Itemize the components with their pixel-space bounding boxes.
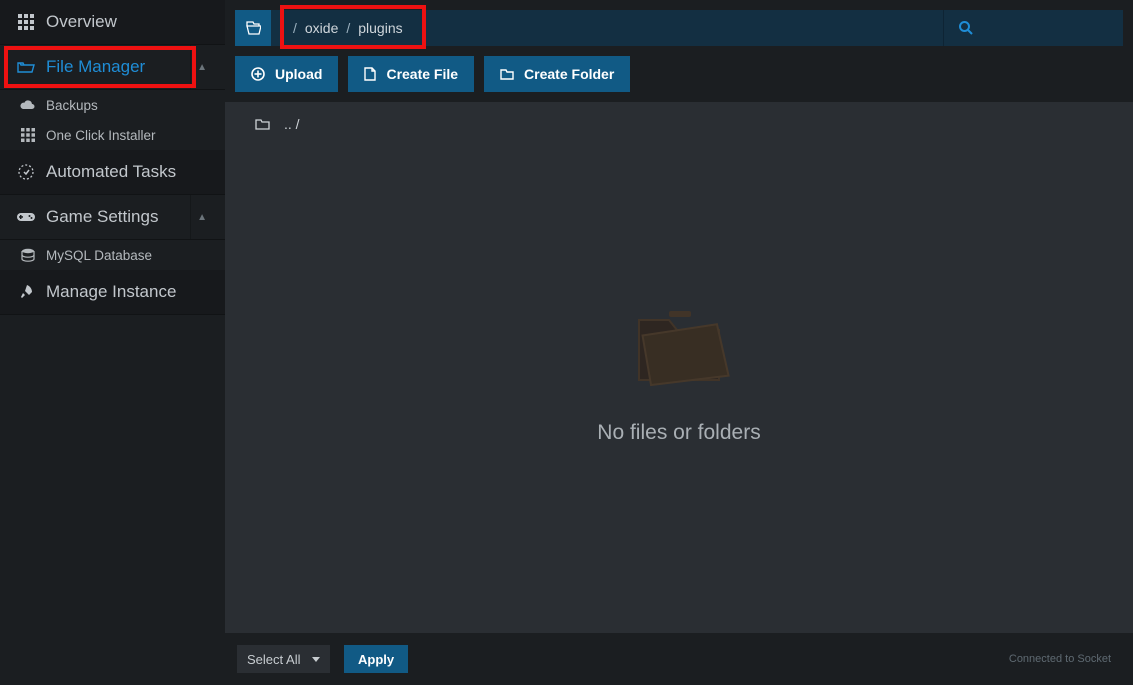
upload-button[interactable]: Upload: [235, 56, 338, 92]
folder-icon: [500, 68, 514, 80]
upload-icon: [251, 67, 265, 81]
chevron-up-icon[interactable]: ▲: [190, 45, 213, 89]
breadcrumb-separator: /: [293, 20, 297, 36]
sidebar-item-game-settings[interactable]: Game Settings ▲: [0, 195, 225, 240]
sidebar-label: Overview: [46, 12, 213, 32]
empty-folder-icon: [619, 295, 739, 395]
sidebar-item-manage-instance[interactable]: Manage Instance: [0, 270, 225, 315]
sidebar-sub-label: Backups: [46, 98, 98, 113]
search-button[interactable]: [943, 10, 1123, 46]
file-icon: [364, 67, 376, 81]
sidebar-item-overview[interactable]: Overview: [0, 0, 225, 45]
breadcrumb-separator: /: [346, 20, 350, 36]
sidebar-label: Automated Tasks: [46, 162, 213, 182]
gamepad-icon: [12, 211, 40, 223]
sidebar-label: File Manager: [46, 57, 190, 77]
folder-open-icon: [12, 60, 40, 74]
bulk-select-wrap: Select All: [237, 645, 330, 673]
sidebar-sub-backups[interactable]: Backups: [0, 90, 225, 120]
button-label: Upload: [275, 66, 322, 82]
sidebar-sub-label: One Click Installer: [46, 128, 156, 143]
action-bar: Upload Create File Create Folder: [225, 46, 1133, 102]
button-label: Create File: [386, 66, 458, 82]
button-label: Create Folder: [524, 66, 614, 82]
file-listing: .. / No files or folders: [225, 102, 1133, 633]
bulk-action-select[interactable]: Select All: [237, 645, 330, 673]
tasks-icon: [12, 164, 40, 180]
footer-bar: Select All Apply Connected to Socket: [225, 633, 1133, 685]
create-file-button[interactable]: Create File: [348, 56, 474, 92]
empty-state-text: No files or folders: [597, 421, 760, 445]
chevron-up-icon[interactable]: ▲: [190, 195, 213, 239]
database-icon: [14, 248, 42, 262]
breadcrumb-segment[interactable]: oxide: [305, 20, 338, 36]
cloud-icon: [14, 99, 42, 111]
path-bar: / oxide / plugins: [235, 10, 1123, 46]
sidebar-sub-label: MySQL Database: [46, 248, 152, 263]
grid-icon: [14, 128, 42, 142]
create-folder-button[interactable]: Create Folder: [484, 56, 630, 92]
sidebar-sub-mysql[interactable]: MySQL Database: [0, 240, 225, 270]
empty-state: No files or folders: [225, 106, 1133, 633]
breadcrumb[interactable]: / oxide / plugins: [271, 10, 943, 46]
sidebar: Overview File Manager ▲ Backups One Clic…: [0, 0, 225, 685]
main-panel: / oxide / plugins Upload Create File Cre…: [225, 0, 1133, 685]
sidebar-item-automated-tasks[interactable]: Automated Tasks: [0, 150, 225, 195]
apply-button[interactable]: Apply: [344, 645, 408, 673]
socket-status: Connected to Socket: [1009, 653, 1121, 665]
rocket-icon: [12, 284, 40, 300]
sidebar-label: Manage Instance: [46, 282, 213, 302]
breadcrumb-segment[interactable]: plugins: [358, 20, 402, 36]
sidebar-label: Game Settings: [46, 207, 190, 227]
grid-icon: [12, 14, 40, 30]
sidebar-sub-one-click[interactable]: One Click Installer: [0, 120, 225, 150]
path-home-button[interactable]: [235, 10, 271, 46]
sidebar-item-file-manager[interactable]: File Manager ▲: [0, 45, 225, 90]
